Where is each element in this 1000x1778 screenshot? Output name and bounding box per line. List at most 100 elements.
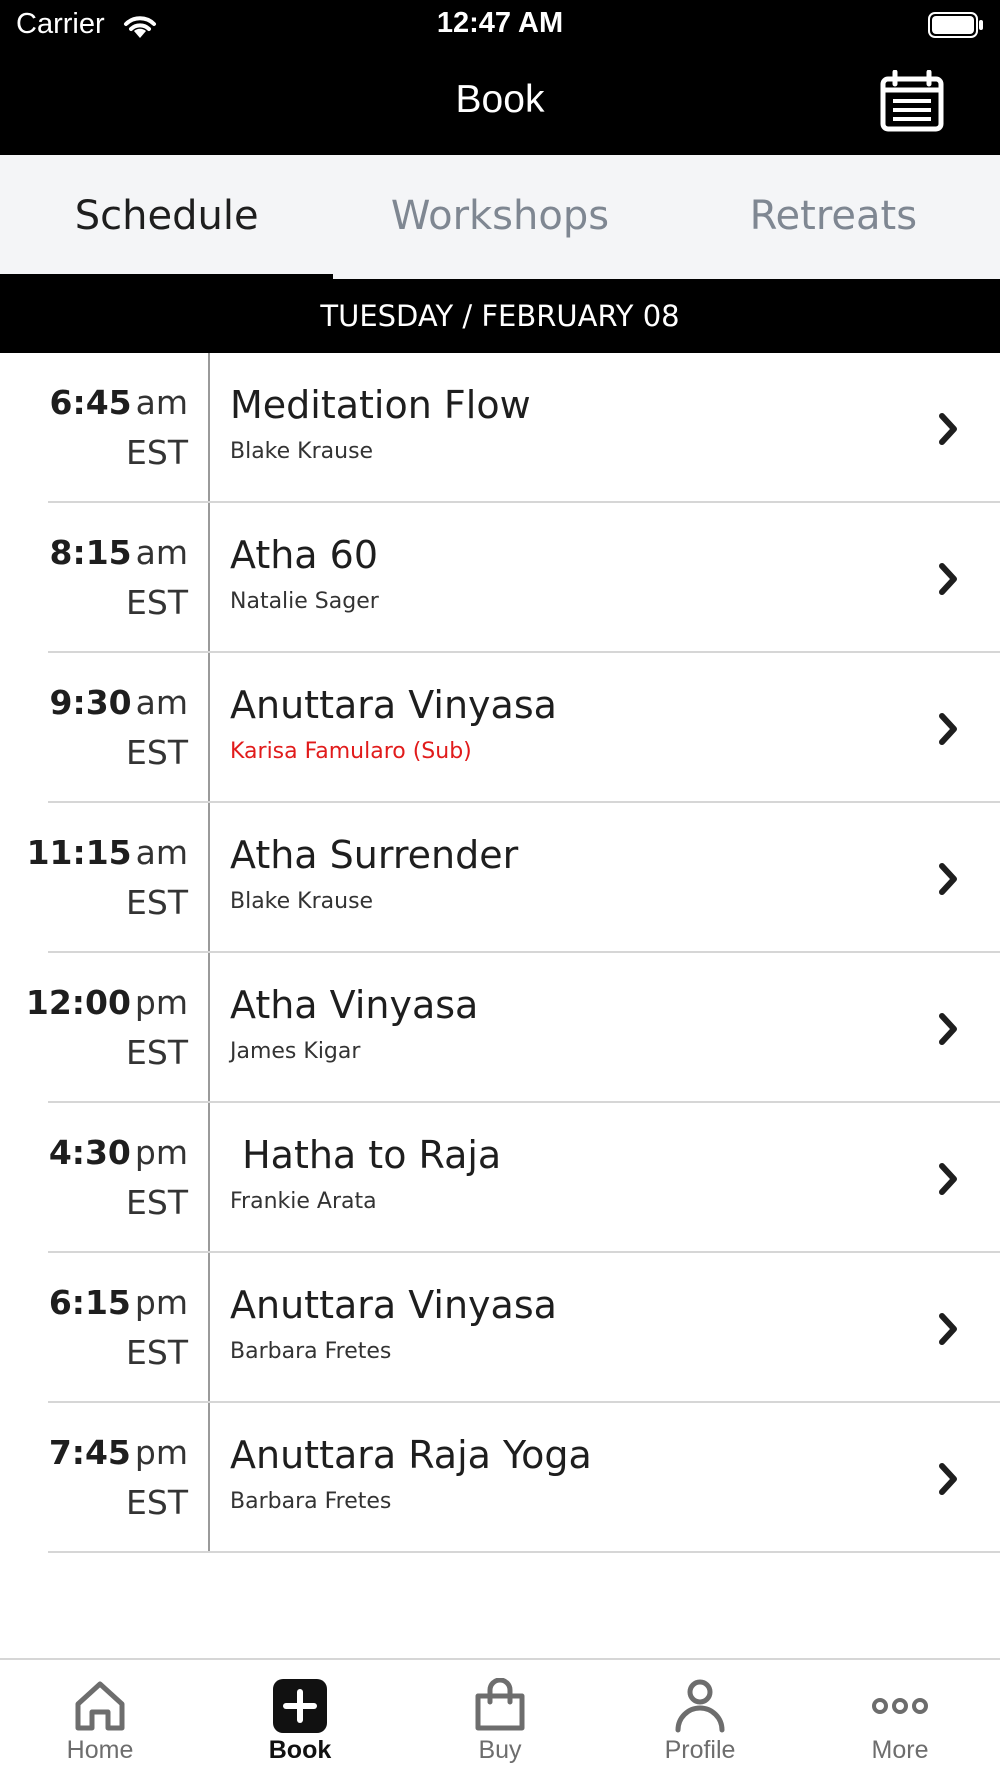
tab-retreats[interactable]: Retreats: [667, 155, 1000, 280]
nav-label: Profile: [664, 1736, 736, 1764]
class-name: Anuttara Vinyasa: [230, 683, 557, 727]
plus-icon: [273, 1679, 327, 1733]
time-zone: EST: [126, 1183, 188, 1222]
time-zone: EST: [126, 1033, 188, 1072]
instructor-name: Barbara Fretes: [230, 1339, 392, 1364]
time-period: pm: [134, 1133, 188, 1172]
shopping-bag-icon: [475, 1678, 525, 1731]
class-time: 6:45 am: [50, 383, 188, 422]
row-separator: [48, 1551, 1000, 1553]
time-zone: EST: [126, 1483, 188, 1522]
class-row[interactable]: 8:15 am EST Atha 60 Natalie Sager: [0, 503, 1000, 653]
class-row[interactable]: 4:30 pm EST Hatha to Raja Frankie Arata: [0, 1103, 1000, 1253]
instructor-name: Blake Krause: [230, 439, 374, 464]
time-value: 9:30: [49, 683, 132, 722]
class-time: 11:15 am: [27, 833, 188, 872]
divider: [208, 653, 210, 803]
nav-label: More: [871, 1736, 929, 1764]
more-icon: [872, 1698, 928, 1714]
time-period: am: [135, 683, 188, 722]
time-zone: EST: [126, 1333, 188, 1372]
time-period: am: [135, 383, 188, 422]
class-time: 6:15 pm: [49, 1283, 188, 1322]
instructor-name: Frankie Arata: [230, 1189, 377, 1214]
tab-schedule[interactable]: Schedule: [0, 155, 334, 280]
time-value: 6:15: [48, 1283, 131, 1322]
nav-profile[interactable]: Profile: [600, 1660, 800, 1778]
time-value: 12:00: [25, 983, 131, 1022]
instructor-name: Barbara Fretes: [230, 1489, 392, 1514]
class-row[interactable]: 6:45 am EST Meditation Flow Blake Krause: [0, 353, 1000, 503]
person-icon: [675, 1679, 725, 1733]
divider: [208, 1103, 210, 1253]
class-name: Hatha to Raja: [230, 1133, 502, 1177]
divider: [208, 1403, 210, 1553]
class-time: 12:00 pm: [26, 983, 188, 1022]
class-name: Atha Surrender: [230, 833, 519, 877]
time-zone: EST: [126, 583, 188, 622]
class-name: Atha 60: [230, 533, 379, 577]
class-name: Anuttara Vinyasa: [230, 1283, 557, 1327]
chevron-right-icon: [939, 1313, 957, 1345]
chevron-right-icon: [939, 413, 957, 445]
class-row[interactable]: 12:00 pm EST Atha Vinyasa James Kigar: [0, 953, 1000, 1103]
tab-label: Retreats: [749, 193, 918, 239]
battery-icon: [928, 12, 983, 38]
divider: [208, 353, 210, 503]
class-time: 9:30 am: [50, 683, 188, 722]
instructor-name: Blake Krause: [230, 889, 374, 914]
class-row[interactable]: 6:15 pm EST Anuttara Vinyasa Barbara Fret…: [0, 1253, 1000, 1403]
date-header: TUESDAY / FEBRUARY 08: [0, 279, 1000, 353]
nav-book[interactable]: Book: [200, 1660, 400, 1778]
time-period: pm: [134, 983, 188, 1022]
calendar-icon[interactable]: [878, 70, 946, 132]
nav-label: Book: [268, 1736, 332, 1764]
nav-label: Home: [66, 1736, 134, 1764]
time-period: pm: [134, 1433, 188, 1472]
time-period: pm: [134, 1283, 188, 1322]
divider: [208, 1253, 210, 1403]
nav-label: Buy: [478, 1736, 522, 1764]
time-value: 4:30: [48, 1133, 131, 1172]
time-value: 11:15: [26, 833, 132, 872]
time-zone: EST: [126, 883, 188, 922]
nav-buy[interactable]: Buy: [400, 1660, 600, 1778]
time-zone: EST: [126, 733, 188, 772]
class-name: Meditation Flow: [230, 383, 531, 427]
tab-label: Workshops: [390, 193, 610, 239]
time-period: am: [135, 833, 188, 872]
class-time: 7:45 pm: [49, 1433, 188, 1472]
top-bar: Carrier 12:47 AM Book: [0, 0, 1000, 155]
nav-home[interactable]: Home: [0, 1660, 200, 1778]
time-zone: EST: [126, 433, 188, 472]
tab-workshops[interactable]: Workshops: [333, 155, 666, 280]
chevron-right-icon: [939, 1163, 957, 1195]
page-title: Book: [455, 78, 545, 121]
class-name: Atha Vinyasa: [230, 983, 479, 1027]
time-value: 8:15: [49, 533, 132, 572]
instructor-name: Natalie Sager: [230, 589, 379, 614]
divider: [208, 503, 210, 653]
nav-more[interactable]: More: [800, 1660, 1000, 1778]
chevron-right-icon: [939, 863, 957, 895]
home-icon: [75, 1681, 125, 1731]
class-row[interactable]: 11:15 am EST Atha Surrender Blake Krause: [0, 803, 1000, 953]
time-value: 7:45: [48, 1433, 131, 1472]
bottom-tab-bar: Home Book Buy Profile More: [0, 1658, 1000, 1778]
class-schedule-list: 6:45 am EST Meditation Flow Blake Krause …: [0, 353, 1000, 1553]
time-value: 6:45: [49, 383, 132, 422]
substitute-instructor-name: Karisa Famularo (Sub): [230, 739, 472, 764]
chevron-right-icon: [939, 1013, 957, 1045]
class-name: Anuttara Raja Yoga: [230, 1433, 592, 1477]
class-row[interactable]: 7:45 pm EST Anuttara Raja Yoga Barbara Fr…: [0, 1403, 1000, 1553]
status-time: 12:47 AM: [436, 7, 564, 39]
divider: [208, 803, 210, 953]
tab-bar: Schedule Workshops Retreats: [0, 155, 1000, 280]
class-time: 4:30 pm: [49, 1133, 188, 1172]
instructor-name: James Kigar: [230, 1039, 361, 1064]
class-time: 8:15 am: [50, 533, 188, 572]
class-row[interactable]: 9:30 am EST Anuttara Vinyasa Karisa Famul…: [0, 653, 1000, 803]
time-period: am: [135, 533, 188, 572]
chevron-right-icon: [939, 713, 957, 745]
divider: [208, 953, 210, 1103]
